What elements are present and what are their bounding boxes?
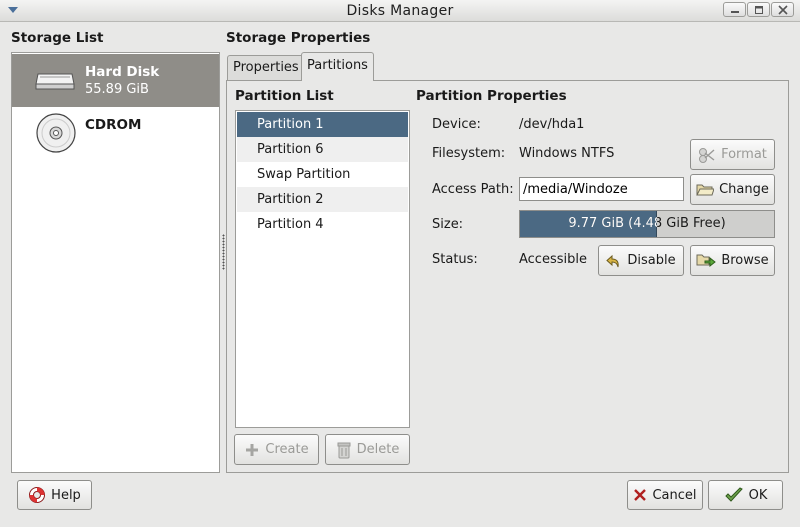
storage-item-hard-disk[interactable]: Hard Disk 55.89 GiB — [12, 54, 219, 107]
status-value: Accessible — [519, 252, 587, 267]
storage-properties-title: Storage Properties — [226, 30, 371, 46]
add-icon — [244, 442, 260, 458]
partition-list-title: Partition List — [235, 88, 334, 104]
hard-disk-icon — [34, 62, 76, 96]
undo-arrow-icon — [606, 253, 622, 269]
browse-button[interactable]: Browse — [690, 245, 775, 276]
cdrom-icon — [34, 111, 78, 159]
minimize-button[interactable] — [723, 2, 746, 17]
title-bar: Disks Manager — [0, 0, 800, 22]
access-path-label: Access Path: — [432, 182, 514, 197]
partition-properties-title: Partition Properties — [416, 88, 567, 104]
ok-button[interactable]: OK — [708, 480, 783, 510]
format-button-label: Format — [721, 147, 767, 162]
close-button[interactable] — [771, 2, 794, 17]
format-icon — [698, 147, 716, 163]
disable-button[interactable]: Disable — [598, 245, 684, 276]
help-button[interactable]: Help — [17, 480, 92, 510]
partition-row[interactable]: Swap Partition — [237, 162, 408, 187]
change-button[interactable]: Change — [690, 174, 775, 205]
folder-icon — [696, 182, 715, 197]
tab-partitions[interactable]: Partitions — [301, 52, 374, 81]
window-title: Disks Manager — [346, 3, 454, 19]
close-icon — [778, 5, 788, 15]
create-button-label: Create — [265, 442, 309, 457]
storage-item-size: 55.89 GiB — [85, 82, 149, 97]
cancel-button[interactable]: Cancel — [627, 480, 703, 510]
ok-button-label: OK — [748, 487, 768, 503]
device-value: /dev/hda1 — [519, 117, 585, 132]
filesystem-label: Filesystem: — [432, 146, 506, 161]
partition-row[interactable]: Partition 1 — [237, 112, 408, 137]
browse-icon — [696, 253, 717, 268]
delete-button[interactable]: Delete — [325, 434, 410, 465]
maximize-icon — [755, 6, 763, 14]
status-label: Status: — [432, 252, 478, 267]
change-button-label: Change — [719, 182, 769, 197]
storage-list-title: Storage List — [11, 30, 104, 46]
disable-button-label: Disable — [627, 253, 676, 268]
storage-item-name: CDROM — [85, 117, 142, 133]
format-button[interactable]: Format — [690, 139, 775, 170]
access-path-input[interactable] — [519, 177, 684, 201]
browse-button-label: Browse — [721, 253, 769, 268]
ok-check-icon — [724, 487, 744, 503]
storage-list: Hard Disk 55.89 GiB CDROM — [11, 52, 220, 473]
filesystem-value: Windows NTFS — [519, 146, 615, 161]
trash-icon — [336, 441, 352, 459]
partition-row[interactable]: Partition 4 — [237, 212, 408, 237]
storage-item-cdrom[interactable]: CDROM — [12, 107, 219, 160]
create-button[interactable]: Create — [234, 434, 319, 465]
minimize-icon — [731, 11, 739, 13]
size-usage-bar: 9.77 GiB (4.48 GiB Free) 9.77 GiB (4.48 … — [519, 210, 775, 238]
size-label: Size: — [432, 217, 464, 232]
cancel-button-label: Cancel — [652, 487, 697, 503]
pane-splitter[interactable] — [222, 234, 225, 270]
partition-row[interactable]: Partition 6 — [237, 137, 408, 162]
partition-row[interactable]: Partition 2 — [237, 187, 408, 212]
device-label: Device: — [432, 117, 481, 132]
delete-button-label: Delete — [356, 442, 400, 457]
window-controls — [722, 2, 794, 17]
cancel-x-icon — [633, 488, 647, 502]
partition-list: Partition 1 Partition 6 Swap Partition P… — [235, 110, 410, 428]
tab-properties[interactable]: Properties — [227, 55, 305, 80]
help-button-label: Help — [51, 487, 81, 503]
maximize-button[interactable] — [747, 2, 770, 17]
help-lifebuoy-icon — [28, 486, 46, 504]
storage-item-name: Hard Disk — [85, 64, 160, 80]
